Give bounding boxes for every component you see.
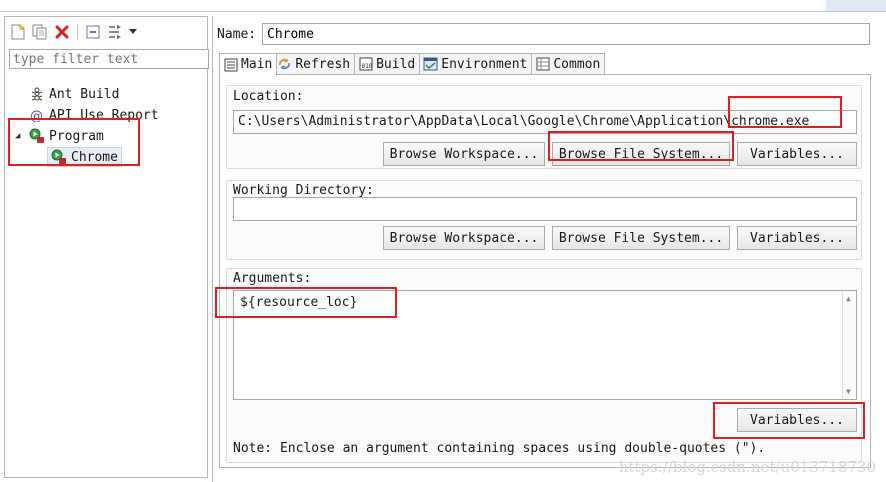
configuration-editor-panel: Name: Main Refresh 010 Build Environment: [212, 16, 886, 482]
svg-text:@: @: [30, 109, 43, 122]
refresh-icon: [277, 57, 292, 72]
build-icon: 010: [358, 57, 373, 72]
filter-input[interactable]: [9, 49, 209, 69]
name-label: Name:: [217, 27, 257, 42]
launch-configuration-list-panel: Ant Build @ API Use Report ◢ Program Chr…: [4, 16, 209, 478]
tab-bar: Main Refresh 010 Build Environment Commo…: [219, 53, 606, 75]
arguments-scrollbar[interactable]: ▲ ▼: [842, 291, 856, 399]
location-group: Location: C:\Users\Administrator\AppData…: [226, 85, 862, 169]
svg-text:010: 010: [361, 63, 372, 70]
common-icon: [535, 57, 550, 72]
program-icon: [29, 128, 45, 144]
tree-item-program[interactable]: ◢ Program: [15, 126, 104, 146]
tree-item-label: Chrome: [71, 149, 118, 165]
configuration-toolbar: [9, 21, 138, 43]
tab-label: Common: [553, 56, 601, 72]
working-directory-browse-file-system-button[interactable]: Browse File System...: [552, 226, 730, 250]
tab-common[interactable]: Common: [531, 53, 606, 74]
arguments-value: ${resource_loc}: [240, 295, 358, 310]
tree-item-label: API Use Report: [49, 107, 159, 123]
main-tab-content: Location: C:\Users\Administrator\AppData…: [219, 74, 871, 468]
tab-environment[interactable]: Environment: [419, 53, 533, 74]
expanded-arrow-icon[interactable]: ◢: [15, 131, 25, 141]
tab-label: Main: [241, 57, 273, 72]
tree-item-ant-build[interactable]: Ant Build: [29, 84, 119, 104]
tree-item-label: Program: [49, 128, 104, 144]
duplicate-icon[interactable]: [31, 23, 49, 41]
arguments-label: Arguments:: [233, 271, 312, 286]
arguments-variables-button[interactable]: Variables...: [737, 408, 857, 432]
name-input[interactable]: [262, 23, 870, 45]
window-top-strip: [0, 0, 886, 12]
environment-icon: [423, 57, 438, 72]
location-variables-button[interactable]: Variables...: [737, 142, 857, 166]
scroll-down-icon[interactable]: ▼: [846, 387, 851, 396]
working-directory-browse-workspace-button[interactable]: Browse Workspace...: [383, 226, 545, 250]
working-directory-label: Working Directory:: [233, 183, 374, 198]
tree-item-label: Ant Build: [49, 86, 120, 102]
tab-label: Build: [376, 56, 416, 72]
toolbar-separator: [77, 24, 78, 40]
new-configuration-icon[interactable]: [9, 23, 27, 41]
scroll-up-icon[interactable]: ▲: [846, 294, 851, 303]
arguments-note: Note: Enclose an argument containing spa…: [233, 441, 766, 456]
tab-build[interactable]: 010 Build: [354, 53, 421, 74]
working-directory-group: Working Directory: Browse Workspace... B…: [226, 180, 862, 260]
tree-item-api-use-report[interactable]: @ API Use Report: [29, 105, 159, 125]
top-strip-highlight: [826, 0, 886, 11]
main-tab-icon: [223, 57, 238, 72]
delete-icon[interactable]: [53, 23, 71, 41]
tree-item-chrome[interactable]: Chrome: [47, 147, 122, 167]
watermark: https://blog.csdn.net/u013718730: [618, 458, 876, 476]
ant-icon: [29, 86, 45, 102]
tab-label: Refresh: [295, 56, 351, 72]
tab-main[interactable]: Main: [219, 53, 278, 75]
program-launch-icon: [51, 149, 67, 165]
working-directory-input[interactable]: [233, 197, 857, 221]
arguments-textarea[interactable]: ${resource_loc} ▲ ▼: [233, 290, 857, 400]
arguments-group: Arguments: ${resource_loc} ▲ ▼ Variables…: [226, 268, 862, 463]
api-report-icon: @: [29, 107, 45, 123]
tab-refresh[interactable]: Refresh: [276, 53, 356, 74]
dropdown-arrow-icon[interactable]: [128, 23, 138, 41]
filter-icon[interactable]: [106, 23, 124, 41]
location-input[interactable]: C:\Users\Administrator\AppData\Local\Goo…: [233, 110, 857, 134]
tab-label: Environment: [441, 56, 528, 72]
location-browse-file-system-button[interactable]: Browse File System...: [552, 142, 730, 166]
location-label: Location:: [233, 89, 304, 104]
working-directory-variables-button[interactable]: Variables...: [737, 226, 857, 250]
collapse-all-icon[interactable]: [84, 23, 102, 41]
location-browse-workspace-button[interactable]: Browse Workspace...: [383, 142, 545, 166]
